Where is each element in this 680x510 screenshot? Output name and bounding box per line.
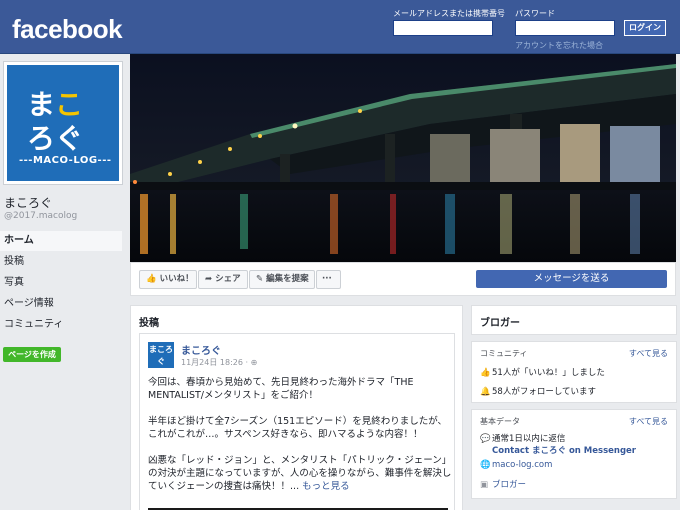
category-link[interactable]: ブロガー: [492, 480, 526, 490]
basic-info-heading: 基本データ: [480, 417, 520, 426]
posts-heading: 投稿: [139, 318, 159, 329]
category-heading: ブロガー: [480, 318, 520, 329]
facebook-logo[interactable]: facebook: [12, 14, 123, 45]
follow-count: 58人がフォローしています: [492, 387, 597, 397]
reply-note: 通常1日以内に返信: [492, 434, 566, 444]
bridge-night-image: [130, 54, 676, 262]
post-paragraph: 半年ほど掛けて全7シーズン（151エピソード）を見終わりましたが、これがこれが……: [148, 416, 448, 440]
password-label: パスワード: [515, 9, 555, 18]
nav-item-home[interactable]: ホーム: [0, 231, 122, 251]
cover-photo[interactable]: [130, 54, 676, 262]
globe-icon: 🌐: [480, 460, 491, 470]
see-more-link[interactable]: もっと見る: [302, 481, 350, 492]
messenger-contact-link[interactable]: Contact まころぐ on Messenger: [492, 444, 636, 456]
community-card: コミュニティ すべて見る 👍51人が「いいね！」しました 🔔58人がフォローして…: [471, 341, 677, 403]
messenger-icon: 💬: [480, 434, 491, 444]
profile-picture[interactable]: まこ ろぐ ---MACO-LOG---: [3, 61, 123, 185]
send-message-button[interactable]: メッセージを送る: [476, 270, 667, 288]
password-input[interactable]: [515, 20, 615, 36]
nav-item-photos[interactable]: 写真: [0, 273, 122, 293]
create-page-button[interactable]: ページを作成: [3, 347, 61, 362]
suggest-edit-button[interactable]: ✎ 編集を提案: [249, 270, 315, 289]
page-handle[interactable]: @2017.macolog: [4, 211, 77, 221]
post-timestamp[interactable]: 11月24日 18:26 · ⊕: [181, 357, 257, 368]
share-icon: ➦: [205, 274, 213, 284]
nav-item-about[interactable]: ページ情報: [0, 294, 122, 314]
nav-item-posts[interactable]: 投稿: [0, 252, 122, 272]
blogger-card: ブロガー: [471, 305, 677, 335]
more-options-button[interactable]: ···: [316, 270, 341, 289]
category-icon: ▣: [480, 480, 489, 490]
basic-info-see-all-link[interactable]: すべて見る: [629, 416, 668, 427]
thumbs-up-icon: 👍: [146, 274, 157, 284]
share-button[interactable]: ➦ シェア: [198, 270, 248, 289]
post-body: 今回は、春頃から見始めて、先日見終わった海外ドラマ「THE MENTALIST/…: [148, 376, 452, 506]
email-input[interactable]: [393, 20, 493, 36]
login-button[interactable]: ログイン: [624, 20, 666, 36]
forgot-account-link[interactable]: アカウントを忘れた場合: [515, 40, 603, 51]
top-bar: facebook メールアドレスまたは携帯番号 パスワード ログイン アカウント…: [0, 0, 680, 54]
profile-pic-tagline: ---MACO-LOG---: [19, 155, 112, 166]
post-paragraph: 今回は、春頃から見始めて、先日見終わった海外ドラマ「THE MENTALIST/…: [148, 377, 414, 401]
post-author[interactable]: まころぐ: [181, 342, 221, 357]
like-button[interactable]: 👍 いいね！: [139, 270, 197, 289]
posts-section: 投稿 まころぐ まころぐ 11月24日 18:26 · ⊕ 今回は、春頃から見始…: [130, 305, 463, 510]
profile-pic-text-2: ろぐ: [27, 122, 84, 155]
likes-count: 51人が「いいね！」しました: [492, 368, 605, 378]
nav-item-community[interactable]: コミュニティ: [0, 315, 122, 335]
post-paragraph: 凶悪な「レッド・ジョン」と、メンタリスト「パトリック・ジェーン」の対決が主題にな…: [148, 455, 452, 492]
post-card: まころぐ まころぐ 11月24日 18:26 · ⊕ 今回は、春頃から見始めて、…: [139, 333, 455, 510]
community-see-all-link[interactable]: すべて見る: [629, 348, 668, 359]
community-heading: コミュニティ: [480, 349, 528, 358]
follow-icon: 🔔: [480, 387, 491, 397]
basic-info-card: 基本データ すべて見る 💬通常1日以内に返信 Contact まころぐ on M…: [471, 409, 677, 499]
website-link[interactable]: maco-log.com: [492, 460, 552, 470]
page-name[interactable]: まころぐ: [4, 194, 52, 211]
post-avatar[interactable]: まころぐ: [148, 342, 174, 368]
pencil-icon: ✎: [256, 274, 264, 284]
thumbs-up-icon: 👍: [480, 368, 491, 378]
email-label: メールアドレスまたは携帯番号: [393, 9, 505, 18]
